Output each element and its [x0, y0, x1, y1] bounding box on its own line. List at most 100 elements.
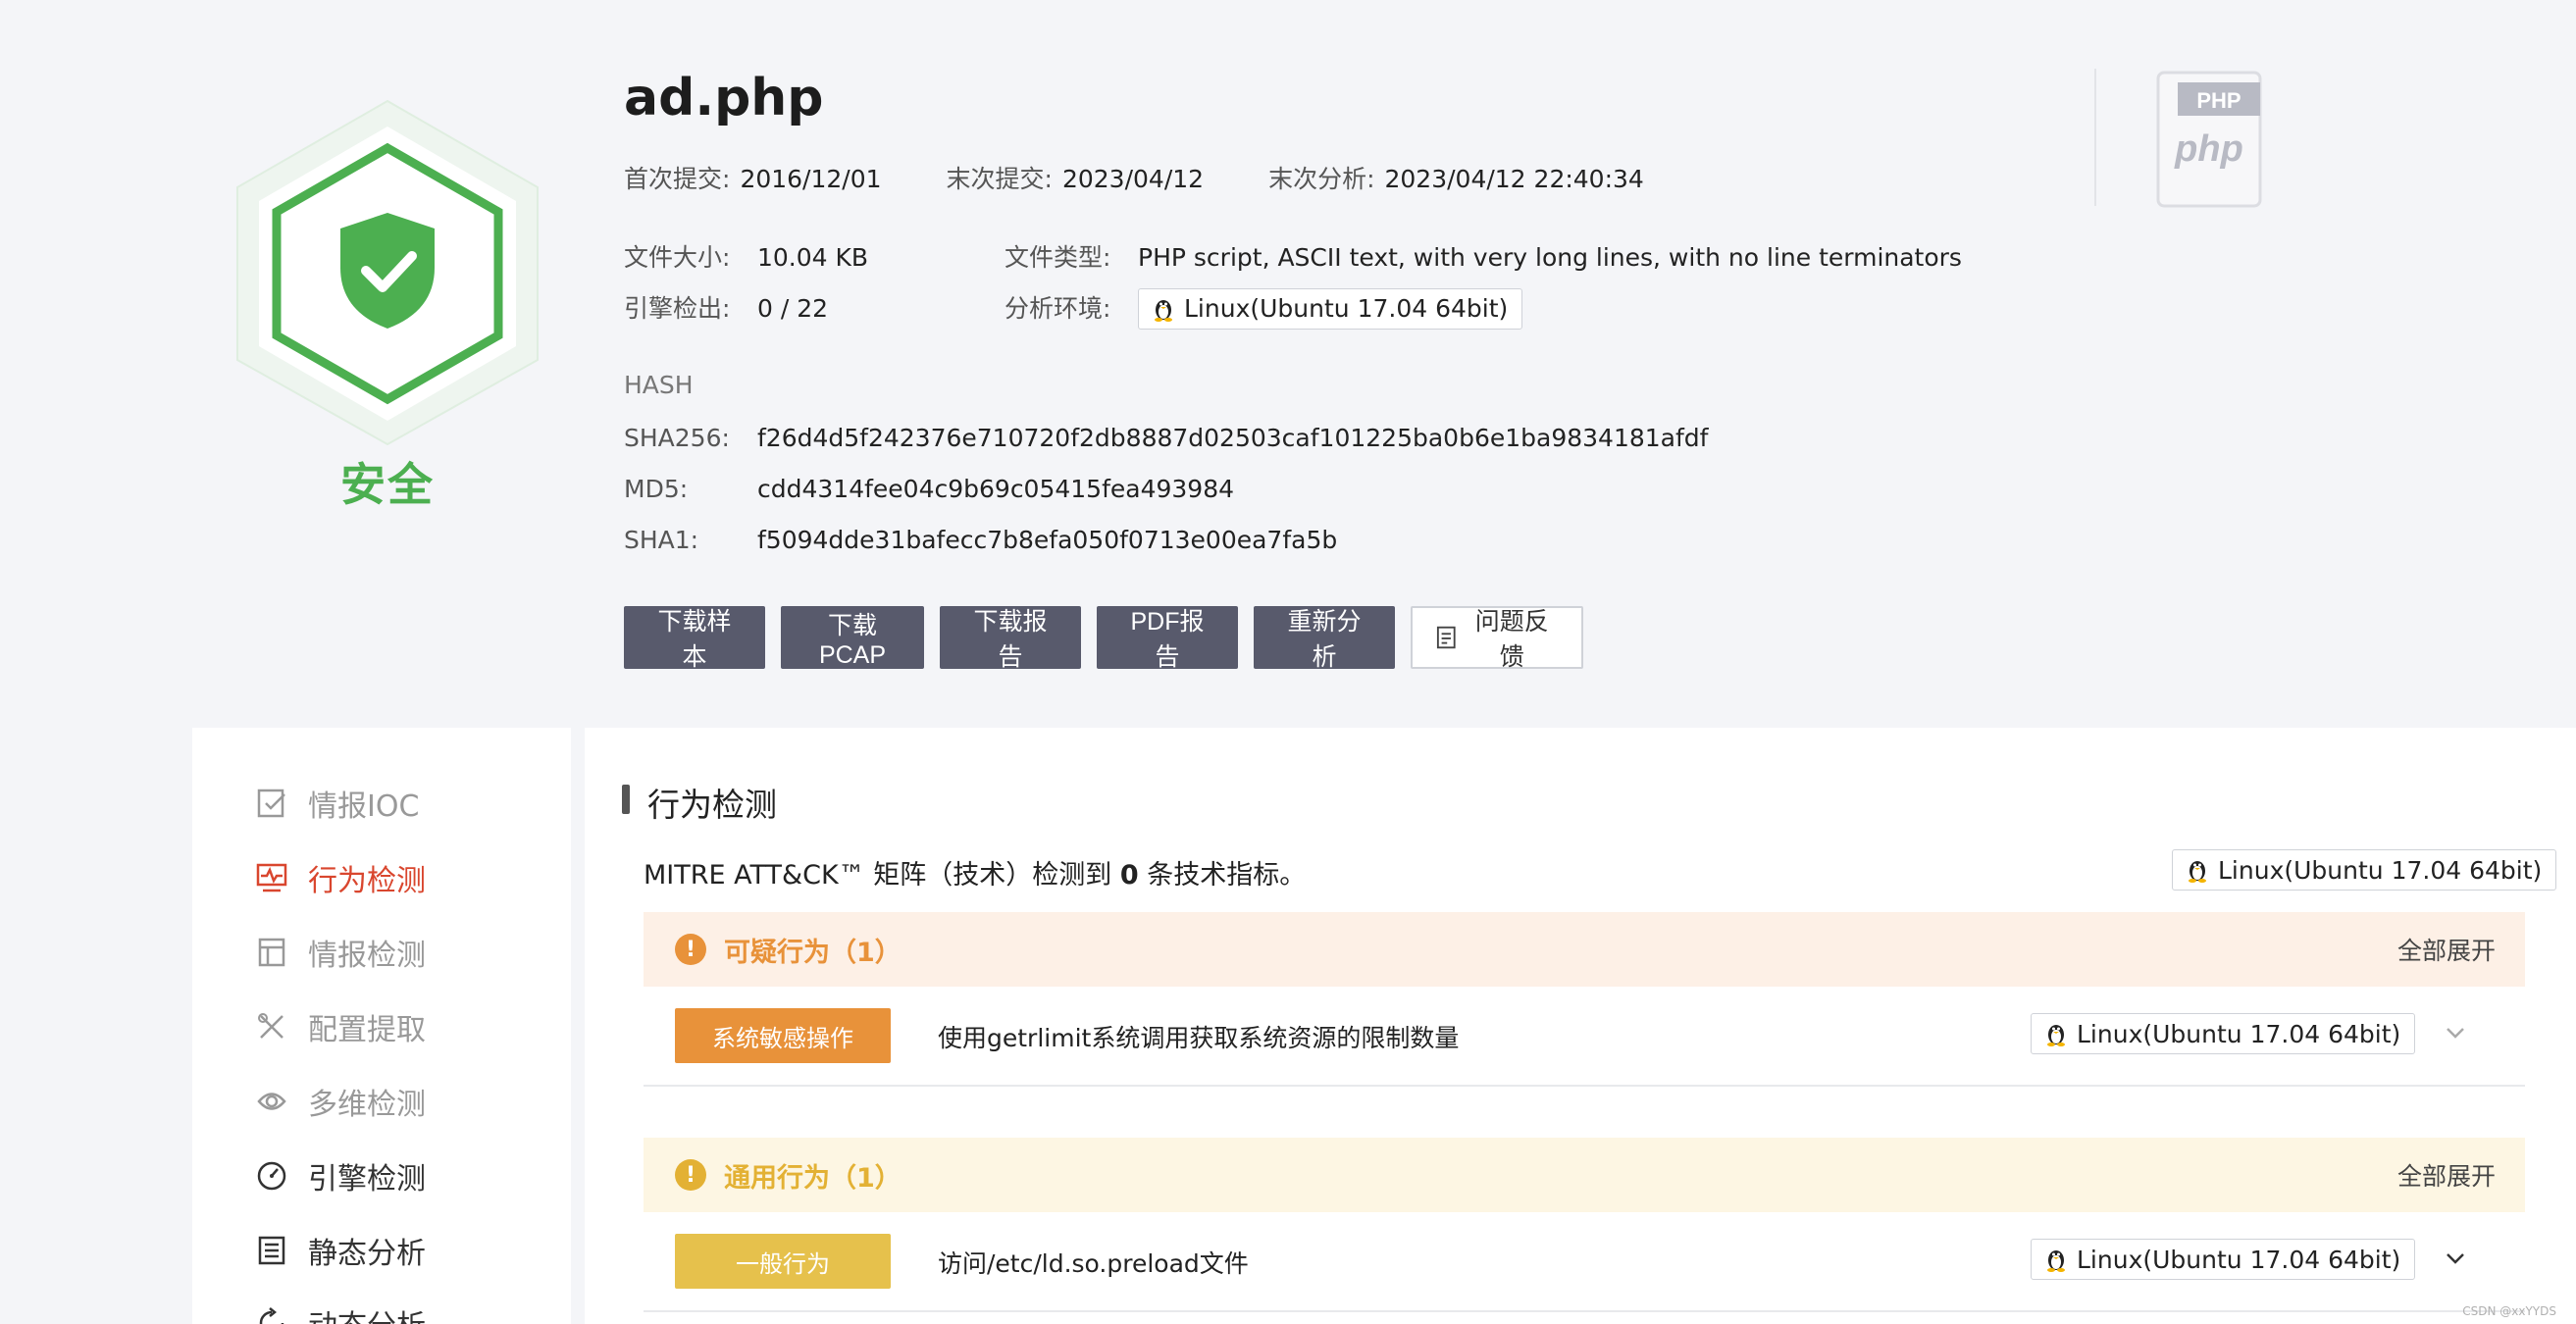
- section-title: 行为检测: [647, 786, 777, 824]
- linux-penguin-icon: [1155, 300, 1172, 322]
- first-submit-label: 首次提交:: [624, 165, 731, 193]
- sidebar-item-dynamic[interactable]: 动态分析: [255, 1301, 426, 1324]
- download-report-button[interactable]: 下载报告: [940, 606, 1081, 671]
- sidebar-item-label: 情报IOC: [308, 789, 420, 824]
- mitre-prefix: MITRE ATT&CK™ 矩阵（技术）检测到: [644, 860, 1120, 891]
- sidebar-item-label: 多维检测: [308, 1088, 426, 1122]
- list-icon: [258, 1236, 285, 1265]
- sha256-row: SHA256: f26d4d5f242376e710720f2db8887d025…: [624, 424, 1708, 452]
- last-submit-value: 2023/04/12: [1061, 165, 1205, 193]
- expand-all-link[interactable]: 全部展开: [2397, 1157, 2496, 1193]
- engine-detect-value: 0 / 22: [757, 294, 829, 323]
- sha1-label: SHA1:: [624, 526, 699, 554]
- php-logo-text: php: [2174, 128, 2243, 170]
- behavior-row[interactable]: 系统敏感操作 使用getrlimit系统调用获取系统资源的限制数量 Linux(…: [644, 987, 2525, 1087]
- sidebar-item-label: 配置提取: [308, 1013, 426, 1047]
- submit-dates: 首次提交: 2016/12/01 末次提交: 2023/04/12 末次分析: …: [624, 163, 1709, 196]
- behavior-tag: 系统敏感操作: [675, 1008, 891, 1063]
- env-tag: Linux(Ubuntu 17.04 64bit): [2172, 849, 2557, 891]
- engine-detect-label: 引擎检出:: [624, 294, 731, 323]
- mitre-summary: MITRE ATT&CK™ 矩阵（技术）检测到 0 条技术指标。: [644, 853, 1306, 891]
- sidebar: 情报IOC 行为检测 情报检测 配置提取 多维检测 引擎检测 静态分析 动态分析: [192, 728, 571, 1324]
- file-size-label: 文件大小:: [624, 243, 731, 272]
- sidebar-item-label: 引擎检测: [308, 1162, 426, 1197]
- pdf-report-button[interactable]: PDF报告: [1097, 606, 1238, 671]
- file-type: 文件类型: PHP script, ASCII text, with very l…: [1005, 241, 1962, 275]
- linux-penguin-icon: [2047, 1025, 2065, 1046]
- sidebar-item-config[interactable]: 配置提取: [255, 1005, 426, 1048]
- chevron-down-icon[interactable]: [2439, 1016, 2472, 1049]
- sidebar-item-label: 情报检测: [308, 939, 426, 973]
- action-buttons: 下载样本 下载PCAP 下载报告 PDF报告 重新分析 问题反馈: [624, 606, 1583, 671]
- last-submit-label: 末次提交:: [946, 165, 1053, 193]
- hash-title: HASH: [624, 371, 694, 399]
- behavior-text: 使用getrlimit系统调用获取系统资源的限制数量: [938, 1024, 1460, 1052]
- verdict-label: 安全: [340, 458, 435, 511]
- gauge-icon: [257, 1161, 286, 1191]
- last-analysis-label: 末次分析:: [1268, 165, 1375, 193]
- verdict-shield-icon: [226, 93, 549, 446]
- analysis-env-label: 分析环境:: [1005, 294, 1111, 323]
- group-title: 通用行为（1）: [724, 1162, 902, 1194]
- feedback-button[interactable]: 问题反馈: [1411, 606, 1583, 671]
- md5-value[interactable]: cdd4314fee04c9b69c05415fea493984: [757, 475, 1234, 503]
- feedback-button-label: 问题反馈: [1474, 608, 1549, 671]
- file-type-label: 文件类型:: [1005, 243, 1111, 272]
- reanalyze-button[interactable]: 重新分析: [1254, 606, 1395, 671]
- file-size-value: 10.04 KB: [757, 243, 869, 272]
- layout-icon: [258, 938, 285, 967]
- env-tag-label: Linux(Ubuntu 17.04 64bit): [2077, 1245, 2401, 1274]
- env-tag-label: Linux(Ubuntu 17.04 64bit): [2218, 855, 2543, 885]
- section-marker: [622, 785, 630, 814]
- file-name: ad.php: [624, 69, 824, 127]
- sidebar-item-behavior[interactable]: 行为检测: [255, 856, 426, 899]
- sidebar-item-static[interactable]: 静态分析: [255, 1229, 426, 1272]
- warning-icon: !: [675, 934, 706, 965]
- edit-check-icon: [257, 789, 285, 818]
- sidebar-item-label: 动态分析: [308, 1301, 426, 1324]
- sidebar-item-engine[interactable]: 引擎检测: [255, 1154, 426, 1197]
- sidebar-item-ioc[interactable]: 情报IOC: [255, 782, 419, 825]
- php-file-icon: PHP php: [2156, 71, 2262, 208]
- mitre-suffix: 条技术指标。: [1138, 860, 1307, 891]
- sidebar-item-label: 静态分析: [308, 1237, 426, 1271]
- behavior-text: 访问/etc/ld.so.preload文件: [938, 1249, 1249, 1278]
- expand-all-link[interactable]: 全部展开: [2397, 932, 2496, 967]
- group-general-header[interactable]: ! 通用行为（1） 全部展开: [644, 1138, 2525, 1212]
- linux-penguin-icon: [2047, 1250, 2065, 1272]
- warning-icon: !: [675, 1159, 706, 1191]
- behavior-row[interactable]: 一般行为 访问/etc/ld.so.preload文件 Linux(Ubuntu…: [644, 1212, 2525, 1312]
- sha256-label: SHA256:: [624, 424, 730, 452]
- sidebar-item-label: 行为检测: [308, 864, 426, 898]
- download-pcap-button[interactable]: 下载PCAP: [781, 606, 924, 669]
- env-tag-label: Linux(Ubuntu 17.04 64bit): [1184, 294, 1509, 323]
- file-size: 文件大小: 10.04 KB: [624, 241, 868, 275]
- group-suspicious-header[interactable]: ! 可疑行为（1） 全部展开: [644, 912, 2525, 987]
- tools-icon: [258, 1013, 283, 1039]
- php-badge-text: PHP: [2196, 88, 2241, 113]
- group-title: 可疑行为（1）: [724, 937, 902, 968]
- first-submit-value: 2016/12/01: [740, 165, 882, 193]
- engine-detect: 引擎检出: 0 / 22: [624, 292, 828, 326]
- watermark: CSDN @xxYYDS: [2462, 1304, 2556, 1318]
- linux-penguin-icon: [2189, 861, 2206, 883]
- env-tag: Linux(Ubuntu 17.04 64bit): [2031, 1239, 2416, 1280]
- env-tag: Linux(Ubuntu 17.04 64bit): [1138, 288, 1523, 330]
- file-type-value: PHP script, ASCII text, with very long l…: [1138, 243, 1962, 272]
- mitre-count: 0: [1119, 860, 1139, 891]
- monitor-pulse-icon: [256, 863, 287, 892]
- analysis-env: 分析环境: Linux(Ubuntu 17.04 64bit): [1005, 288, 1523, 330]
- behavior-tag: 一般行为: [675, 1234, 891, 1289]
- download-sample-button[interactable]: 下载样本: [624, 606, 765, 671]
- document-icon: [1436, 626, 1456, 649]
- sha256-value[interactable]: f26d4d5f242376e710720f2db8887d02503caf10…: [757, 424, 1708, 452]
- sha1-value[interactable]: f5094dde31bafecc7b8efa050f0713e00ea7fa5b: [757, 526, 1337, 554]
- md5-row: MD5: cdd4314fee04c9b69c05415fea493984: [624, 475, 1234, 503]
- divider: [2094, 69, 2096, 206]
- env-tag: Linux(Ubuntu 17.04 64bit): [2031, 1013, 2416, 1054]
- md5-label: MD5:: [624, 475, 689, 503]
- chevron-down-icon[interactable]: [2439, 1242, 2472, 1275]
- env-tag-label: Linux(Ubuntu 17.04 64bit): [2077, 1019, 2401, 1048]
- sidebar-item-multi[interactable]: 多维检测: [255, 1080, 426, 1123]
- sidebar-item-intel[interactable]: 情报检测: [255, 931, 426, 974]
